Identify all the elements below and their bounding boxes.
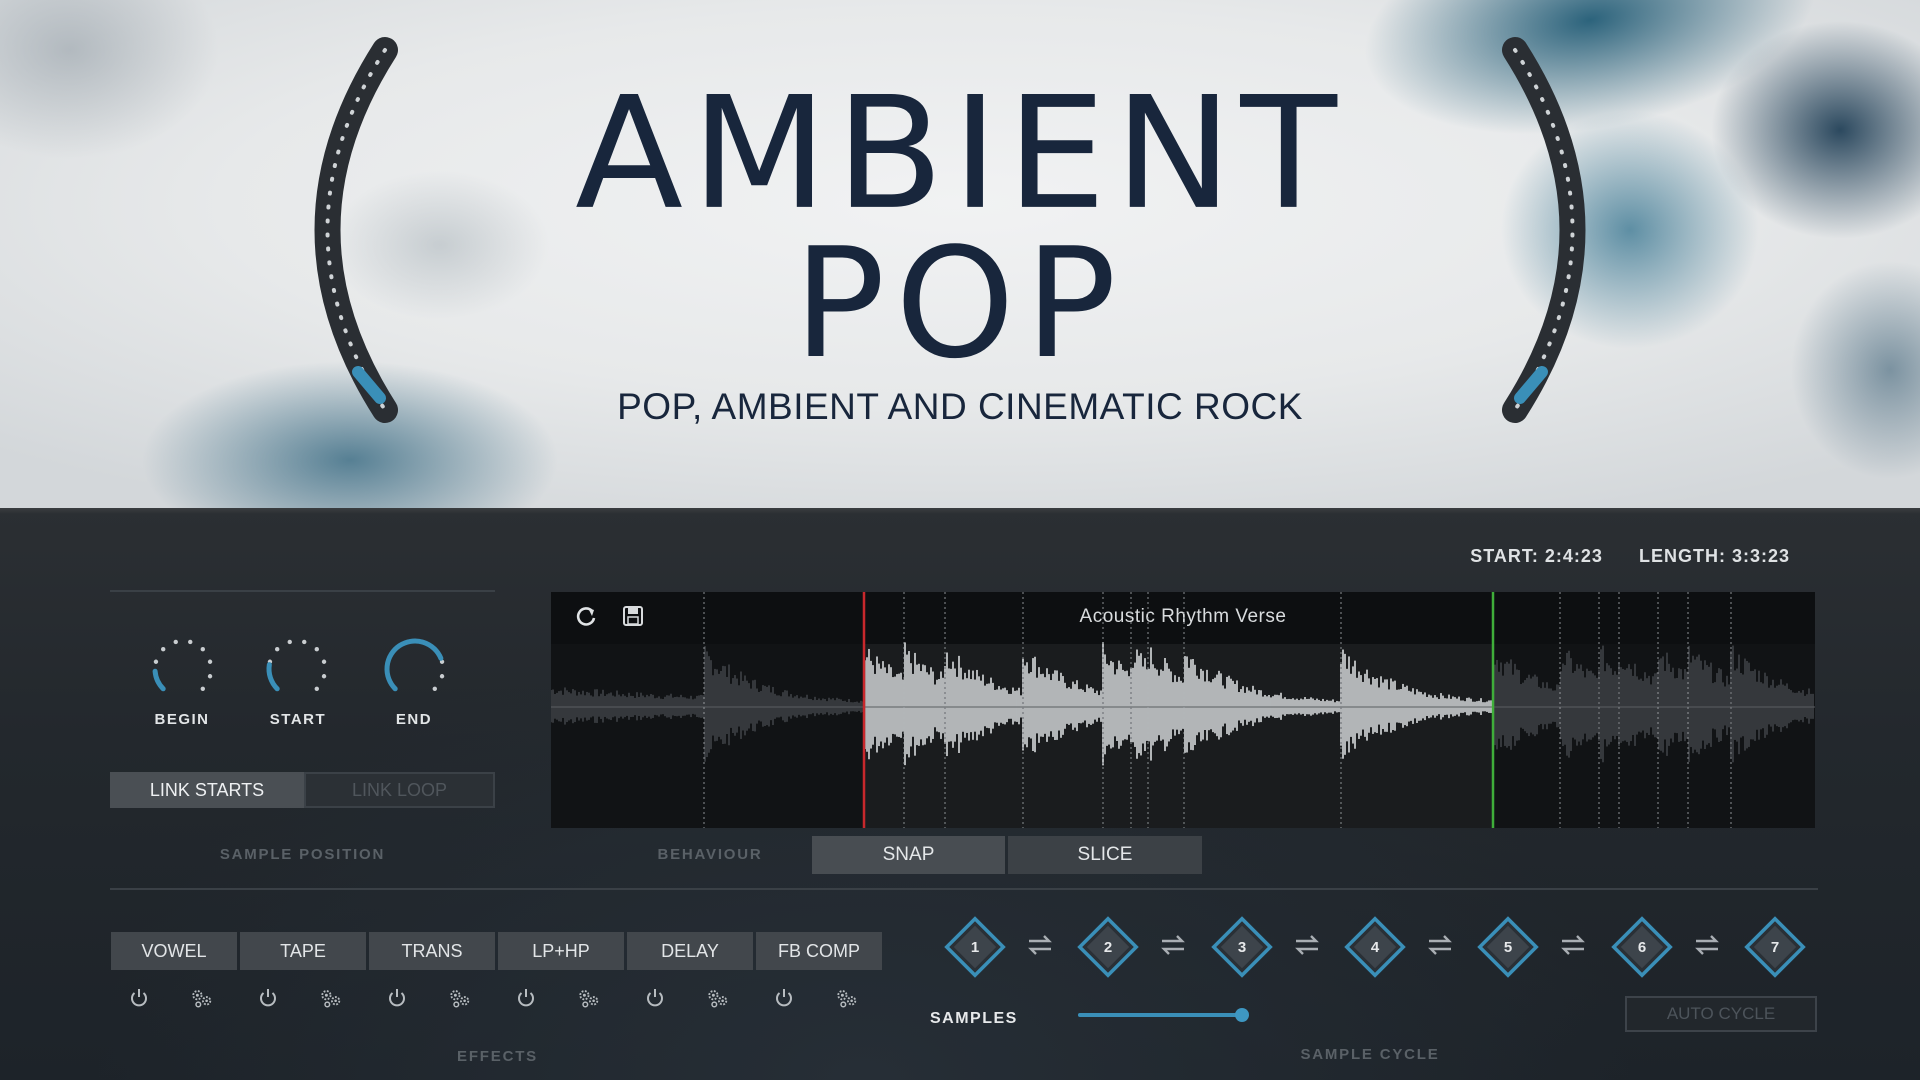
knob-tick [153,659,159,664]
auto-cycle-button[interactable]: AUTO CYCLE [1625,996,1817,1032]
samples-slider[interactable] [1074,1004,1254,1026]
knob-tick [207,659,213,664]
swap-icon[interactable] [1025,930,1055,960]
knob-value-arc [266,662,280,692]
effect-delay-button[interactable]: DELAY [627,932,753,970]
sample-slot-number: 6 [1637,939,1645,956]
swap-icon[interactable] [1158,930,1188,960]
knob-tick [200,647,205,652]
sample-slot-number: 1 [971,939,979,956]
snap-button[interactable]: SNAP [812,836,1005,874]
knob-value-arc [384,638,444,692]
length-readout: LENGTH: 3:3:23 [1638,546,1790,566]
knob-tick [302,639,307,645]
sample-slot-5[interactable]: 5 [1475,914,1541,980]
effect-tape-button[interactable]: TAPE [240,932,366,970]
knob-tick [321,674,327,679]
sample-slot-4[interactable]: 4 [1342,914,1408,980]
sample-slot-number: 5 [1504,939,1512,956]
behaviour-label: BEHAVIOUR [657,846,763,863]
effect-trans-button[interactable]: TRANS [369,932,495,970]
effect-vowel-button[interactable]: VOWEL [111,932,237,970]
power-icon[interactable] [385,986,409,1010]
effect-lphp-button[interactable]: LP+HP [498,932,624,970]
sample-slot-number: 2 [1104,939,1112,956]
swap-icon[interactable] [1692,930,1722,960]
settings-icon[interactable] [835,986,859,1010]
sample-slot-1[interactable]: 1 [942,914,1008,980]
swap-icon[interactable] [1425,930,1455,960]
power-icon[interactable] [643,986,667,1010]
knob-tick [207,674,213,679]
power-icon[interactable] [772,986,796,1010]
knob-tick [200,686,205,691]
knob-tick [321,659,327,664]
settings-icon[interactable] [706,986,730,1010]
samples-label: SAMPLES [930,1010,1018,1027]
knob-tick [439,674,445,679]
knob-tick [314,647,319,652]
title-line-2: POP [793,215,1127,392]
swap-icon[interactable] [1558,930,1588,960]
sample-slot-number: 3 [1237,939,1245,956]
knob-tick [432,686,437,691]
sample-slot-number: 7 [1771,939,1779,956]
start-knob-label: START [269,711,327,728]
end-knob-label: END [395,711,433,728]
begin-knob-label: BEGIN [154,711,210,728]
knob-tick [173,639,178,645]
settings-icon[interactable] [319,986,343,1010]
start-knob[interactable] [262,634,332,704]
samples-slider-thumb [1235,1008,1249,1022]
header-banner: AMBIENT POP POP, AMBIENT AND CINEMATIC R… [0,0,1920,508]
settings-icon[interactable] [577,986,601,1010]
title-line-1: AMBIENT [575,63,1345,245]
settings-icon[interactable] [448,986,472,1010]
slice-button[interactable]: SLICE [1008,836,1202,874]
control-panel: START: 2:4:23 LENGTH: 3:3:23 BEGIN START… [0,508,1920,1080]
settings-icon[interactable] [190,986,214,1010]
waveform-graph [551,592,1815,828]
begin-knob[interactable] [148,634,218,704]
sample-cycle-label: SAMPLE CYCLE [1300,1046,1440,1063]
sample-slot-6[interactable]: 6 [1609,914,1675,980]
sample-slot-7[interactable]: 7 [1742,914,1808,980]
knob-tick [188,639,193,645]
divider [110,590,495,592]
knob-tick [161,647,166,652]
end-knob[interactable] [380,634,450,704]
knob-value-arc [152,668,166,692]
power-icon[interactable] [127,986,151,1010]
waveform-display[interactable]: Acoustic Rhythm Verse [551,592,1815,828]
sample-position-label: SAMPLE POSITION [219,846,386,863]
divider [110,888,1818,890]
swap-icon[interactable] [1292,930,1322,960]
effect-fbcomp-button[interactable]: FB COMP [756,932,882,970]
power-icon[interactable] [256,986,280,1010]
subtitle: POP, AMBIENT AND CINEMATIC ROCK [617,386,1303,427]
position-readout: START: 2:4:23 LENGTH: 3:3:23 [1440,546,1790,567]
start-readout: START: 2:4:23 [1470,546,1603,566]
knob-tick [314,686,319,691]
knob-tick [275,647,280,652]
sample-slot-3[interactable]: 3 [1209,914,1275,980]
sample-slot-2[interactable]: 2 [1075,914,1141,980]
link-starts-button[interactable]: LINK STARTS [110,772,304,808]
knob-tick [287,639,292,645]
sample-slot-number: 4 [1371,939,1380,956]
power-icon[interactable] [514,986,538,1010]
effects-label: EFFECTS [457,1048,538,1065]
link-loop-button[interactable]: LINK LOOP [304,772,495,808]
